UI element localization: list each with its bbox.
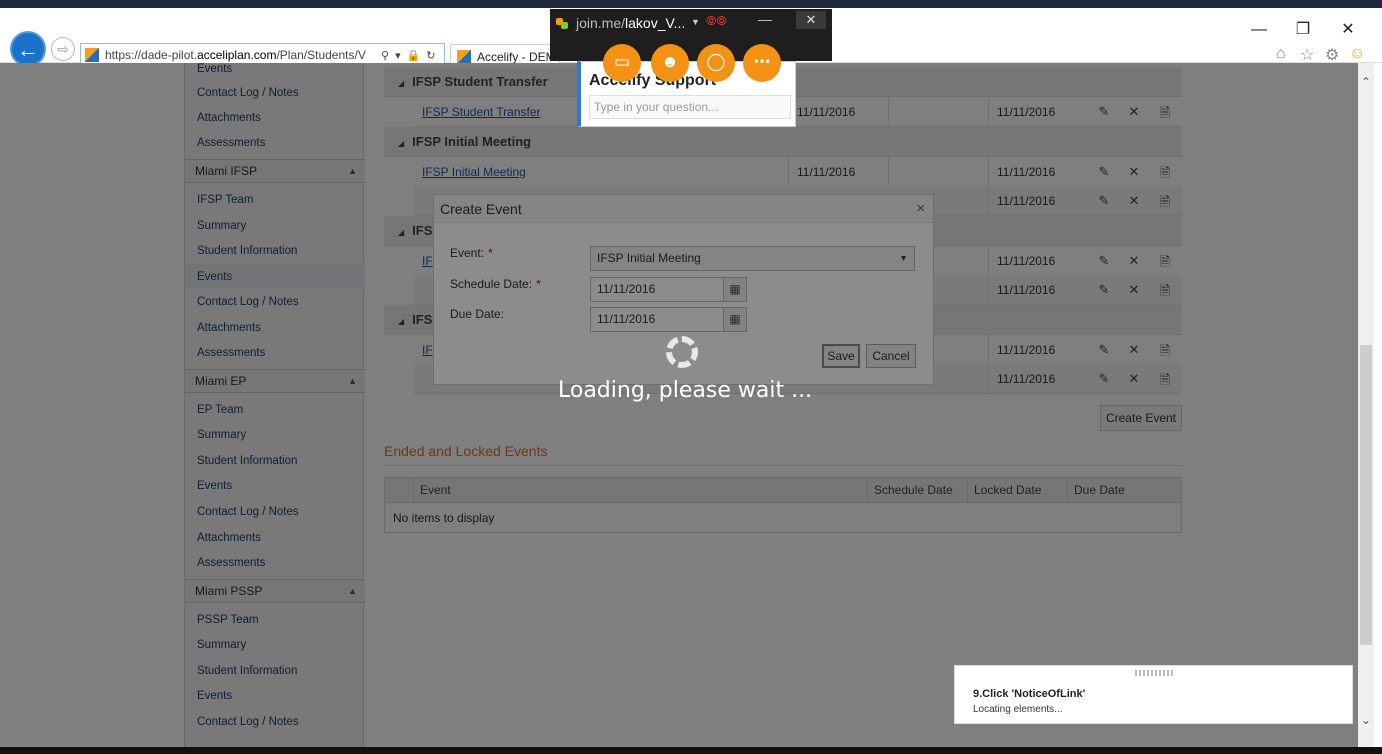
favorites-star-icon[interactable]: ☆: [1300, 45, 1314, 65]
chevron-down-icon[interactable]: ▼: [691, 17, 700, 27]
settings-gear-icon[interactable]: ⚙: [1325, 45, 1339, 65]
automation-notification: 9.Click 'NoticeOfLink' Locating elements…: [954, 665, 1353, 724]
page-scrollbar[interactable]: ⌃ ⌄: [1358, 63, 1374, 747]
minimize-icon[interactable]: —: [758, 11, 772, 27]
joinme-toolbar: join.me/lakov_V... ▼ ⦾⦾ — ✕: [550, 9, 832, 61]
minimize-window-icon[interactable]: —: [1249, 20, 1269, 40]
loading-message: Loading, please wait ...: [558, 378, 813, 403]
voicemail-icon[interactable]: ⦾⦾: [706, 13, 727, 29]
restore-window-icon[interactable]: ❐: [1293, 20, 1313, 40]
refresh-icon[interactable]: ↻: [426, 49, 435, 62]
scroll-down-icon[interactable]: ⌄: [1358, 713, 1374, 727]
participants-icon[interactable]: ☻ 6: [651, 44, 689, 82]
dropdown-icon[interactable]: ▾: [395, 49, 401, 62]
forward-button[interactable]: ⇨: [51, 37, 75, 61]
scroll-thumb[interactable]: [1360, 345, 1372, 645]
search-icon[interactable]: ⚲: [381, 49, 389, 62]
tab-favicon-icon: [457, 49, 471, 64]
notification-subtitle: Locating elements...: [973, 704, 1063, 715]
participant-count: 6: [667, 56, 673, 65]
screen-share-icon[interactable]: ▭: [603, 44, 641, 82]
back-button[interactable]: ←: [10, 31, 46, 67]
smiley-feedback-icon[interactable]: ☺: [1349, 45, 1365, 63]
modal-overlay: [0, 63, 1358, 747]
site-favicon-icon: [85, 48, 99, 62]
close-icon[interactable]: ✕: [796, 11, 826, 29]
chat-bubble-icon[interactable]: ◯: [697, 44, 735, 82]
joinme-logo-icon: [556, 18, 568, 30]
lock-icon: 🔒: [406, 49, 421, 62]
address-text: https://dade-pilot.acceliplan.com/Plan/S…: [105, 48, 366, 62]
more-options-icon[interactable]: ⋯: [743, 44, 781, 82]
drag-handle[interactable]: [1135, 670, 1175, 676]
notification-title: 9.Click 'NoticeOfLink': [973, 688, 1086, 700]
loading-spinner-icon: [666, 336, 698, 368]
tab-title: Accelify - DEM: [477, 49, 556, 64]
home-icon[interactable]: ⌂: [1276, 45, 1286, 63]
scroll-up-icon[interactable]: ⌃: [1358, 75, 1374, 89]
joinme-url[interactable]: join.me/lakov_V...: [576, 15, 685, 31]
taskbar-strip: [0, 0, 1382, 8]
close-window-icon[interactable]: ✕: [1338, 20, 1358, 40]
support-question-input[interactable]: Type in your question...: [589, 95, 791, 119]
bottom-strip: [0, 747, 1382, 754]
